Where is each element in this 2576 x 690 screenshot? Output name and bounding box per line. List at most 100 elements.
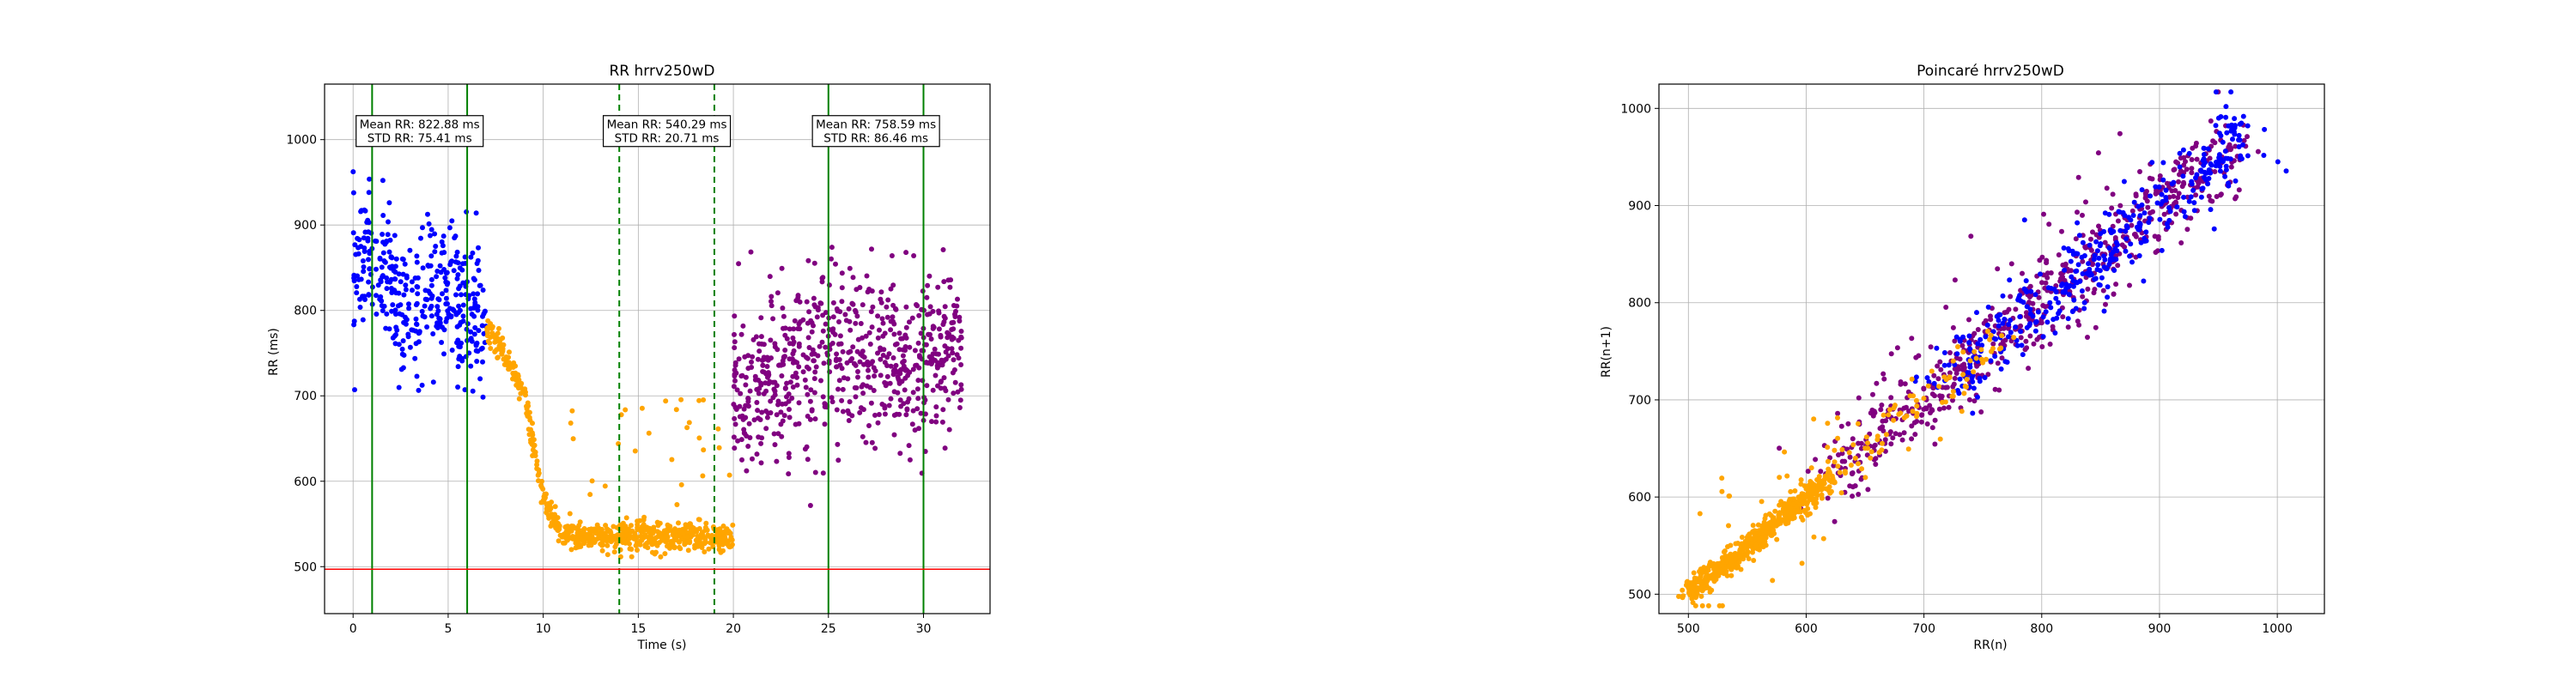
rr-data-point	[366, 257, 371, 263]
poincare-data-point	[2182, 214, 2188, 220]
poincare-data-point	[2178, 240, 2184, 245]
poincare-data-point	[2233, 194, 2239, 200]
rr-data-point	[479, 323, 485, 329]
rr-data-point	[779, 265, 785, 271]
rr-data-point	[473, 210, 479, 216]
poincare-data-point	[1825, 495, 1831, 501]
poincare-data-point	[1965, 370, 1971, 376]
rr-data-point	[460, 261, 465, 267]
poincare-data-point	[2171, 179, 2177, 185]
poincare-data-point	[1998, 366, 2004, 372]
rr-data-point	[877, 327, 882, 333]
poincare-data-point	[2006, 334, 2011, 340]
poincare-data-point	[1711, 566, 1717, 572]
poincare-data-point	[2160, 177, 2166, 183]
poincare-data-point	[2107, 227, 2113, 233]
rr-data-point	[361, 245, 368, 251]
poincare-data-point	[1950, 393, 1956, 399]
rr-data-point	[866, 367, 871, 373]
poincare-data-point	[1914, 414, 1919, 420]
poincare-data-point	[2039, 280, 2044, 286]
poincare-data-point	[2026, 323, 2032, 329]
rr-data-point	[543, 491, 549, 497]
rr-data-point	[361, 269, 367, 275]
poincare-data-point	[1798, 514, 1804, 520]
poincare-data-point	[2002, 359, 2008, 365]
rr-data-point	[409, 279, 415, 285]
rr-data-point	[507, 349, 512, 355]
poincare-data-point	[2141, 278, 2147, 284]
poincare-data-point	[2206, 193, 2212, 199]
poincare-data-point	[2101, 253, 2107, 259]
poincare-data-point	[2097, 282, 2103, 288]
poincare-data-point	[1837, 469, 1843, 475]
rr-data-point	[835, 386, 841, 392]
poincare-data-point	[1726, 523, 1731, 529]
rr-data-point	[738, 331, 744, 337]
poincare-data-point	[2143, 229, 2149, 235]
rr-data-point	[367, 176, 373, 182]
rr-data-point	[781, 413, 787, 419]
poincare-x-tick-label: 1000	[2262, 622, 2293, 636]
poincare-data-point	[1913, 354, 1919, 360]
rr-data-point	[396, 384, 402, 390]
poincare-data-point	[2027, 333, 2033, 339]
rr-data-point	[875, 420, 881, 426]
poincare-data-point	[1925, 383, 1931, 389]
rr-data-point	[438, 269, 444, 275]
rr-data-point	[720, 524, 726, 529]
rr-data-point	[787, 407, 792, 412]
rr-data-point	[820, 275, 826, 281]
poincare-data-point	[2173, 211, 2179, 217]
rr-data-point	[891, 331, 897, 337]
rr-data-point	[524, 406, 530, 412]
poincare-data-point	[1946, 404, 1952, 410]
poincare-data-point	[1859, 466, 1865, 472]
rr-data-point	[807, 398, 813, 404]
poincare-data-point	[2191, 208, 2197, 214]
poincare-data-point	[1694, 590, 1700, 596]
rr-data-point	[764, 415, 770, 421]
rr-data-point	[732, 345, 738, 351]
poincare-data-point	[2158, 201, 2164, 207]
poincare-data-point	[1835, 410, 1841, 416]
rr-data-point	[410, 288, 415, 294]
rr-data-point	[850, 344, 856, 350]
rr-data-point	[812, 469, 818, 475]
rr-data-point	[393, 324, 399, 330]
poincare-data-point	[2223, 163, 2229, 169]
poincare-data-point	[2101, 264, 2107, 270]
rr-data-point	[477, 282, 483, 288]
poincare-data-point	[2240, 142, 2245, 148]
poincare-data-point	[2035, 309, 2041, 315]
rr-data-point	[357, 305, 363, 310]
rr-data-point	[839, 285, 845, 291]
poincare-data-point	[2159, 191, 2165, 197]
rr-data-point	[957, 397, 963, 403]
rr-data-point	[495, 330, 501, 336]
poincare-data-point	[1987, 336, 1993, 342]
rr-data-point	[428, 227, 434, 233]
poincare-data-point	[1931, 380, 1937, 386]
rr-data-point	[898, 403, 904, 409]
poincare-data-point	[2113, 281, 2119, 288]
poincare-data-point	[2163, 197, 2169, 203]
rr-data-point	[454, 275, 460, 281]
rr-data-point	[488, 321, 494, 327]
poincare-data-point	[2201, 162, 2207, 168]
poincare-data-point	[2032, 328, 2038, 334]
rr-data-point	[457, 283, 463, 289]
poincare-data-point	[2189, 179, 2195, 185]
rr-data-point	[758, 380, 764, 386]
rr-data-point	[471, 305, 477, 311]
rr-data-point	[747, 435, 753, 440]
rr-data-point	[940, 407, 946, 413]
rr-data-point	[759, 409, 765, 415]
rr-data-point	[857, 409, 863, 415]
rr-data-point	[916, 365, 922, 371]
poincare-data-point	[1935, 363, 1941, 369]
poincare-data-point	[1953, 371, 1959, 376]
rr-data-point	[869, 246, 874, 252]
poincare-data-point	[1971, 385, 1977, 391]
poincare-data-point	[2193, 175, 2198, 181]
